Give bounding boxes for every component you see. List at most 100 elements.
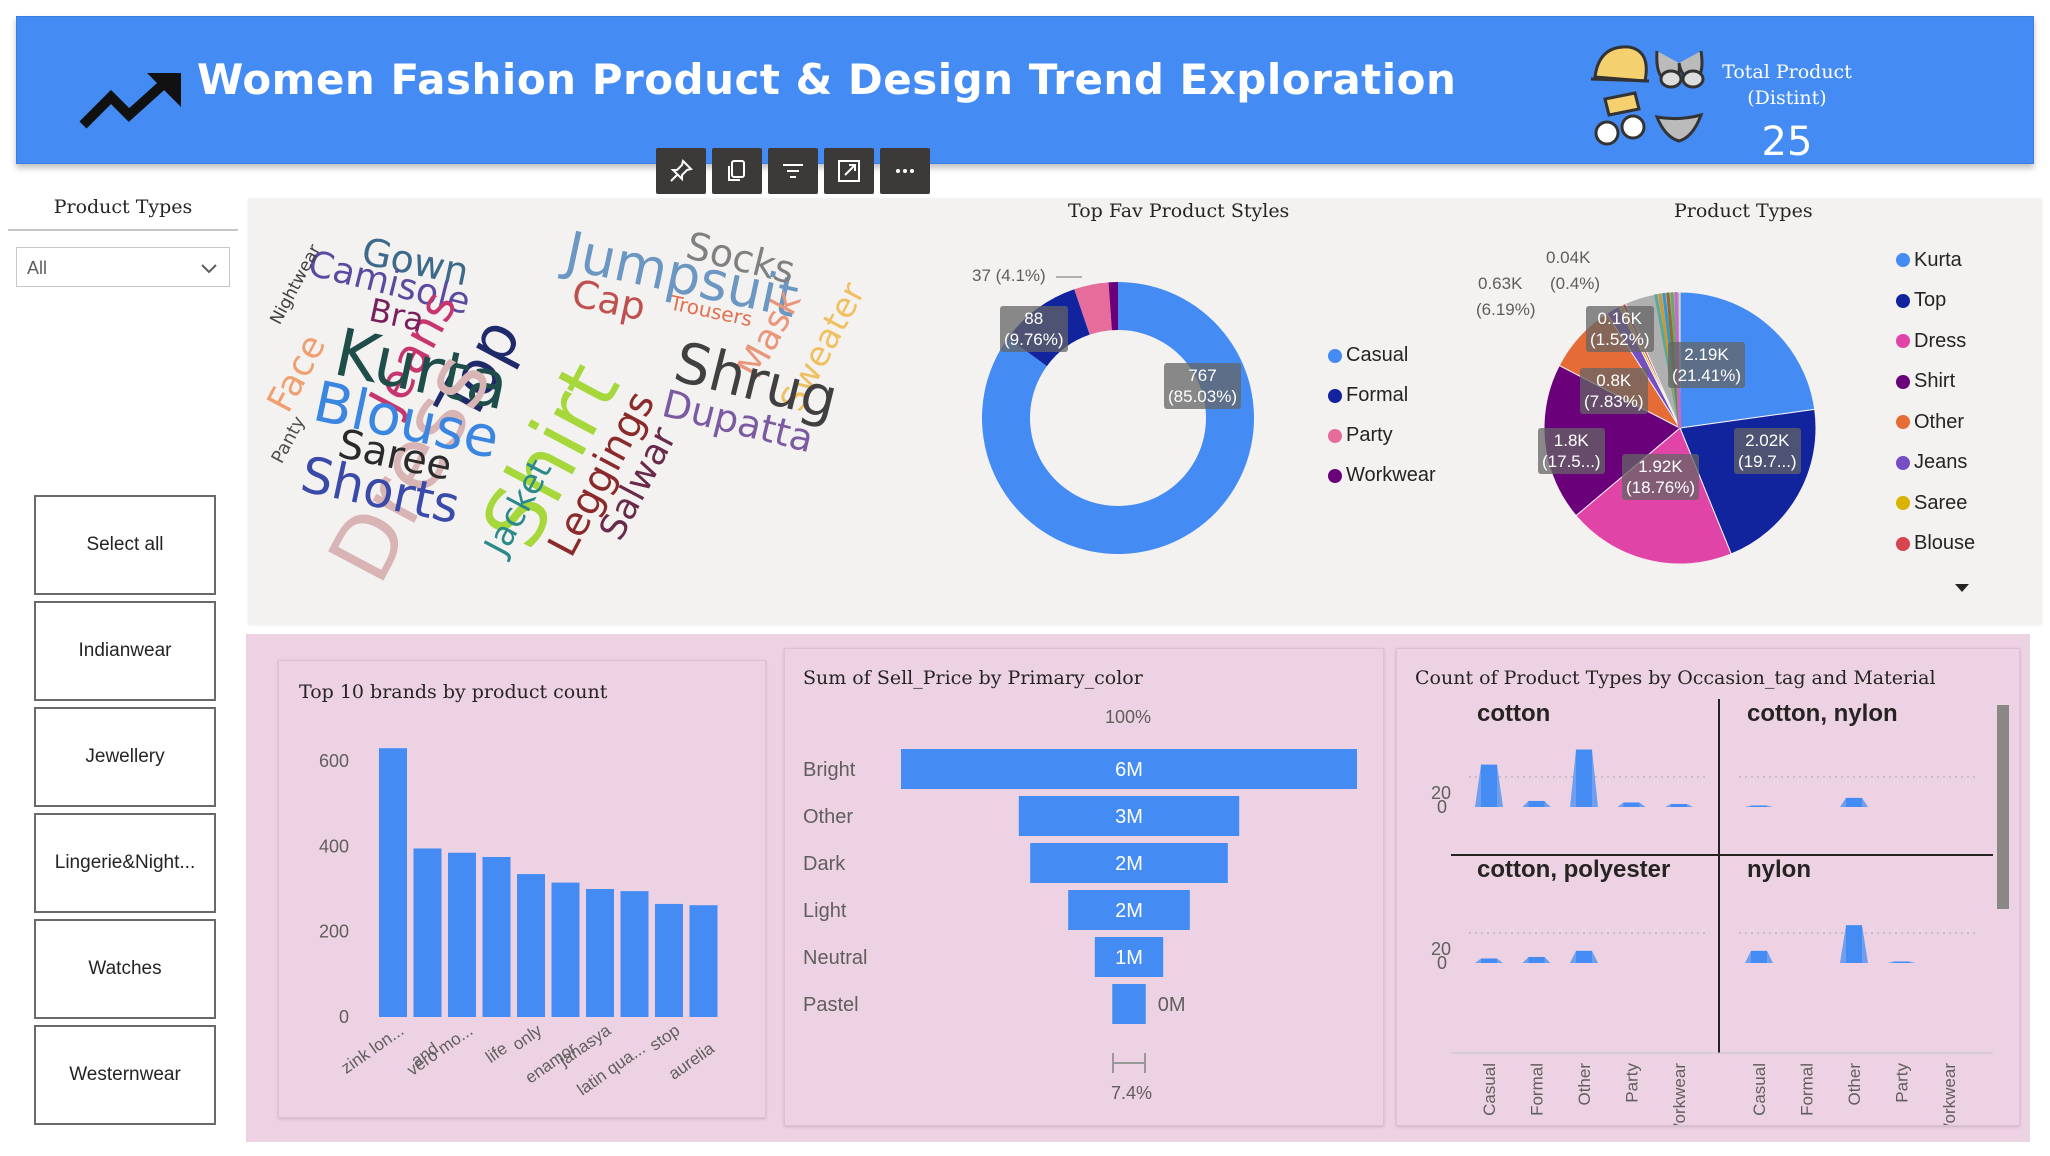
legend-casual[interactable]: Casual [1328, 344, 1408, 367]
donut-label-767: 767 (85.03%) [1164, 363, 1241, 409]
funnel-chart[interactable]: Bright 6M Other 3M Dark 2M Light 2M Neutral 1M Pas… [785, 733, 1383, 1033]
slicer-button-watches[interactable]: Watches [34, 919, 216, 1019]
sm-xlabel-1-3: Party [1893, 1063, 1912, 1103]
sm-panel-title-1: cotton, nylon [1747, 700, 1898, 727]
legend-dot [1328, 348, 1342, 363]
pie-label-e: 2.02K (19.7...) [1734, 428, 1801, 474]
sm-xlabel-1-4: Workwear [1940, 1063, 1959, 1125]
sm-xlabel-0-1: Formal [1528, 1063, 1547, 1116]
sm-xlabel-1-0: Casual [1750, 1063, 1769, 1116]
funnel-bar-5 [1112, 984, 1146, 1024]
product-type-dropdown[interactable]: All [16, 247, 230, 287]
types-legend-item-shirt[interactable]: Shirt [1896, 362, 2016, 403]
more-options-icon [896, 169, 914, 173]
page-title: Women Fashion Product & Design Trend Exp… [197, 55, 1457, 104]
types-legend-item-jeans[interactable]: Jeans [1896, 443, 2016, 484]
pie-label-f2: (17.5...) [1542, 452, 1601, 471]
legend-label: Jeans [1914, 451, 1968, 474]
funnel-value-4: 1M [1115, 947, 1143, 969]
types-legend-item-dress[interactable]: Dress [1896, 321, 2016, 362]
brand-bar-9 [689, 905, 718, 1017]
kpi-value: 25 [1761, 119, 1813, 165]
donut-label-767-pct: (85.03%) [1168, 387, 1237, 406]
legend-dot [1896, 334, 1910, 349]
funnel-conversion-bracket [1112, 1053, 1146, 1073]
more-options-button[interactable] [880, 148, 930, 194]
brands-card[interactable]: Top 10 brands by product count 600 400 200… [278, 660, 766, 1118]
fashion-items-icon [1590, 45, 1705, 146]
legend-dot [1896, 293, 1910, 308]
filter-button[interactable] [768, 148, 818, 194]
sm-panel-title-2: cotton, polyester [1477, 856, 1670, 883]
kpi-label-line2: (Distint) [1747, 87, 1827, 109]
legend-label: Casual [1346, 344, 1409, 366]
brand-label-8: stop [646, 1021, 683, 1055]
legend-dot [1896, 415, 1910, 430]
sm-mark-0-3 [1623, 802, 1640, 807]
sm-xlabel-0-4: Workwear [1670, 1063, 1689, 1125]
pie-label-a3: (0.4%) [1550, 274, 1601, 293]
legend-party[interactable]: Party [1328, 424, 1393, 447]
pie-label-g2: (18.76%) [1626, 478, 1695, 497]
types-legend-item-kurta[interactable]: Kurta [1896, 240, 2016, 281]
funnel-value-2: 2M [1115, 853, 1143, 875]
funnel-card[interactable]: Sum of Sell_Price by Primary_color 100% … [784, 648, 1384, 1126]
sm-ytick-0: 0 [1437, 797, 1447, 817]
funnel-category-1: Other [803, 806, 853, 828]
small-multiples-area-chart[interactable]: cotton200cotton, nyloncotton, polyester2… [1397, 699, 2019, 1125]
types-legend-item-other[interactable]: Other [1896, 402, 2016, 443]
slicer-button-select-all[interactable]: Select all [34, 495, 216, 595]
pie-label-d: 0.8K (7.83%) [1580, 368, 1648, 414]
funnel-category-2: Dark [803, 853, 846, 875]
pie-label-g: 1.92K (18.76%) [1622, 454, 1699, 500]
funnel-category-0: Bright [803, 759, 856, 781]
sm-mark-2-2 [1576, 950, 1592, 963]
donut-label-88-value: 88 [1024, 309, 1044, 328]
styles-chart-title: Top Fav Product Styles [1068, 200, 1290, 222]
types-legend-item-blouse[interactable]: Blouse [1896, 524, 2016, 565]
slicer-button-jewellery[interactable]: Jewellery [34, 707, 216, 807]
donut-label-88-pct: (9.76%) [1004, 330, 1064, 349]
copy-button[interactable] [712, 148, 762, 194]
donut-label-outer: 37 (4.1%) [972, 266, 1046, 285]
donut-label-88: 88 (9.76%) [1000, 306, 1068, 352]
sm-xlabel-1-2: Other [1845, 1063, 1864, 1106]
brands-ytick: 200 [319, 922, 349, 942]
sm-mark-2-1 [1528, 956, 1545, 963]
brand-bar-1 [413, 848, 442, 1017]
slicer-button-indianwear[interactable]: Indianwear [34, 601, 216, 701]
brand-label-4: only [509, 1020, 546, 1054]
pie-label-a4: (6.19%) [1476, 300, 1536, 319]
pie-label-b2: (1.52%) [1590, 330, 1650, 349]
funnel-top-pct: 100% [1105, 707, 1152, 727]
styles-donut-chart[interactable] [948, 248, 1288, 588]
legend-label: Kurta [1914, 248, 1962, 271]
word-cloud[interactable]: Gown Camisole Jeans Top Jumpsuit Socks N… [248, 198, 908, 624]
brands-bar-chart[interactable]: 6004002000zink lon... andvero mo... lifeon… [279, 721, 765, 1117]
pie-label-d1: 0.8K [1596, 371, 1632, 390]
trending-up-icon [79, 73, 181, 129]
donut-outer-leader [1056, 276, 1082, 278]
chevron-down-icon [201, 264, 217, 274]
legend-scroll-down-icon[interactable] [1954, 582, 1970, 594]
sm-mark-3-3 [1893, 961, 1910, 963]
legend-dot [1328, 388, 1342, 403]
types-legend-item-top[interactable]: Top [1896, 281, 2016, 322]
brand-bar-6 [586, 889, 614, 1017]
sm-ytick-0: 0 [1437, 953, 1447, 973]
pin-button[interactable] [656, 148, 706, 194]
types-legend-item-saree[interactable]: Saree [1896, 483, 2016, 524]
legend-label: Other [1914, 410, 1965, 433]
slicer-button-lingerie[interactable]: Lingerie&Night... [34, 813, 216, 913]
small-multiples-card[interactable]: Count of Product Types by Occasion_tag a… [1396, 648, 2020, 1126]
legend-dot [1328, 428, 1342, 443]
brand-bar-0 [379, 748, 407, 1017]
slicer-button-westernwear[interactable]: Westernwear [34, 1025, 216, 1125]
focus-mode-button[interactable] [824, 148, 874, 194]
legend-formal[interactable]: Formal [1328, 384, 1408, 407]
legend-workwear[interactable]: Workwear [1328, 464, 1436, 487]
small-multiples-scrollbar[interactable] [1997, 705, 2009, 909]
top-visuals-panel: Gown Camisole Jeans Top Jumpsuit Socks N… [248, 198, 2042, 624]
funnel-category-3: Light [803, 900, 847, 922]
sm-panel-title-3: nylon [1747, 856, 1811, 883]
